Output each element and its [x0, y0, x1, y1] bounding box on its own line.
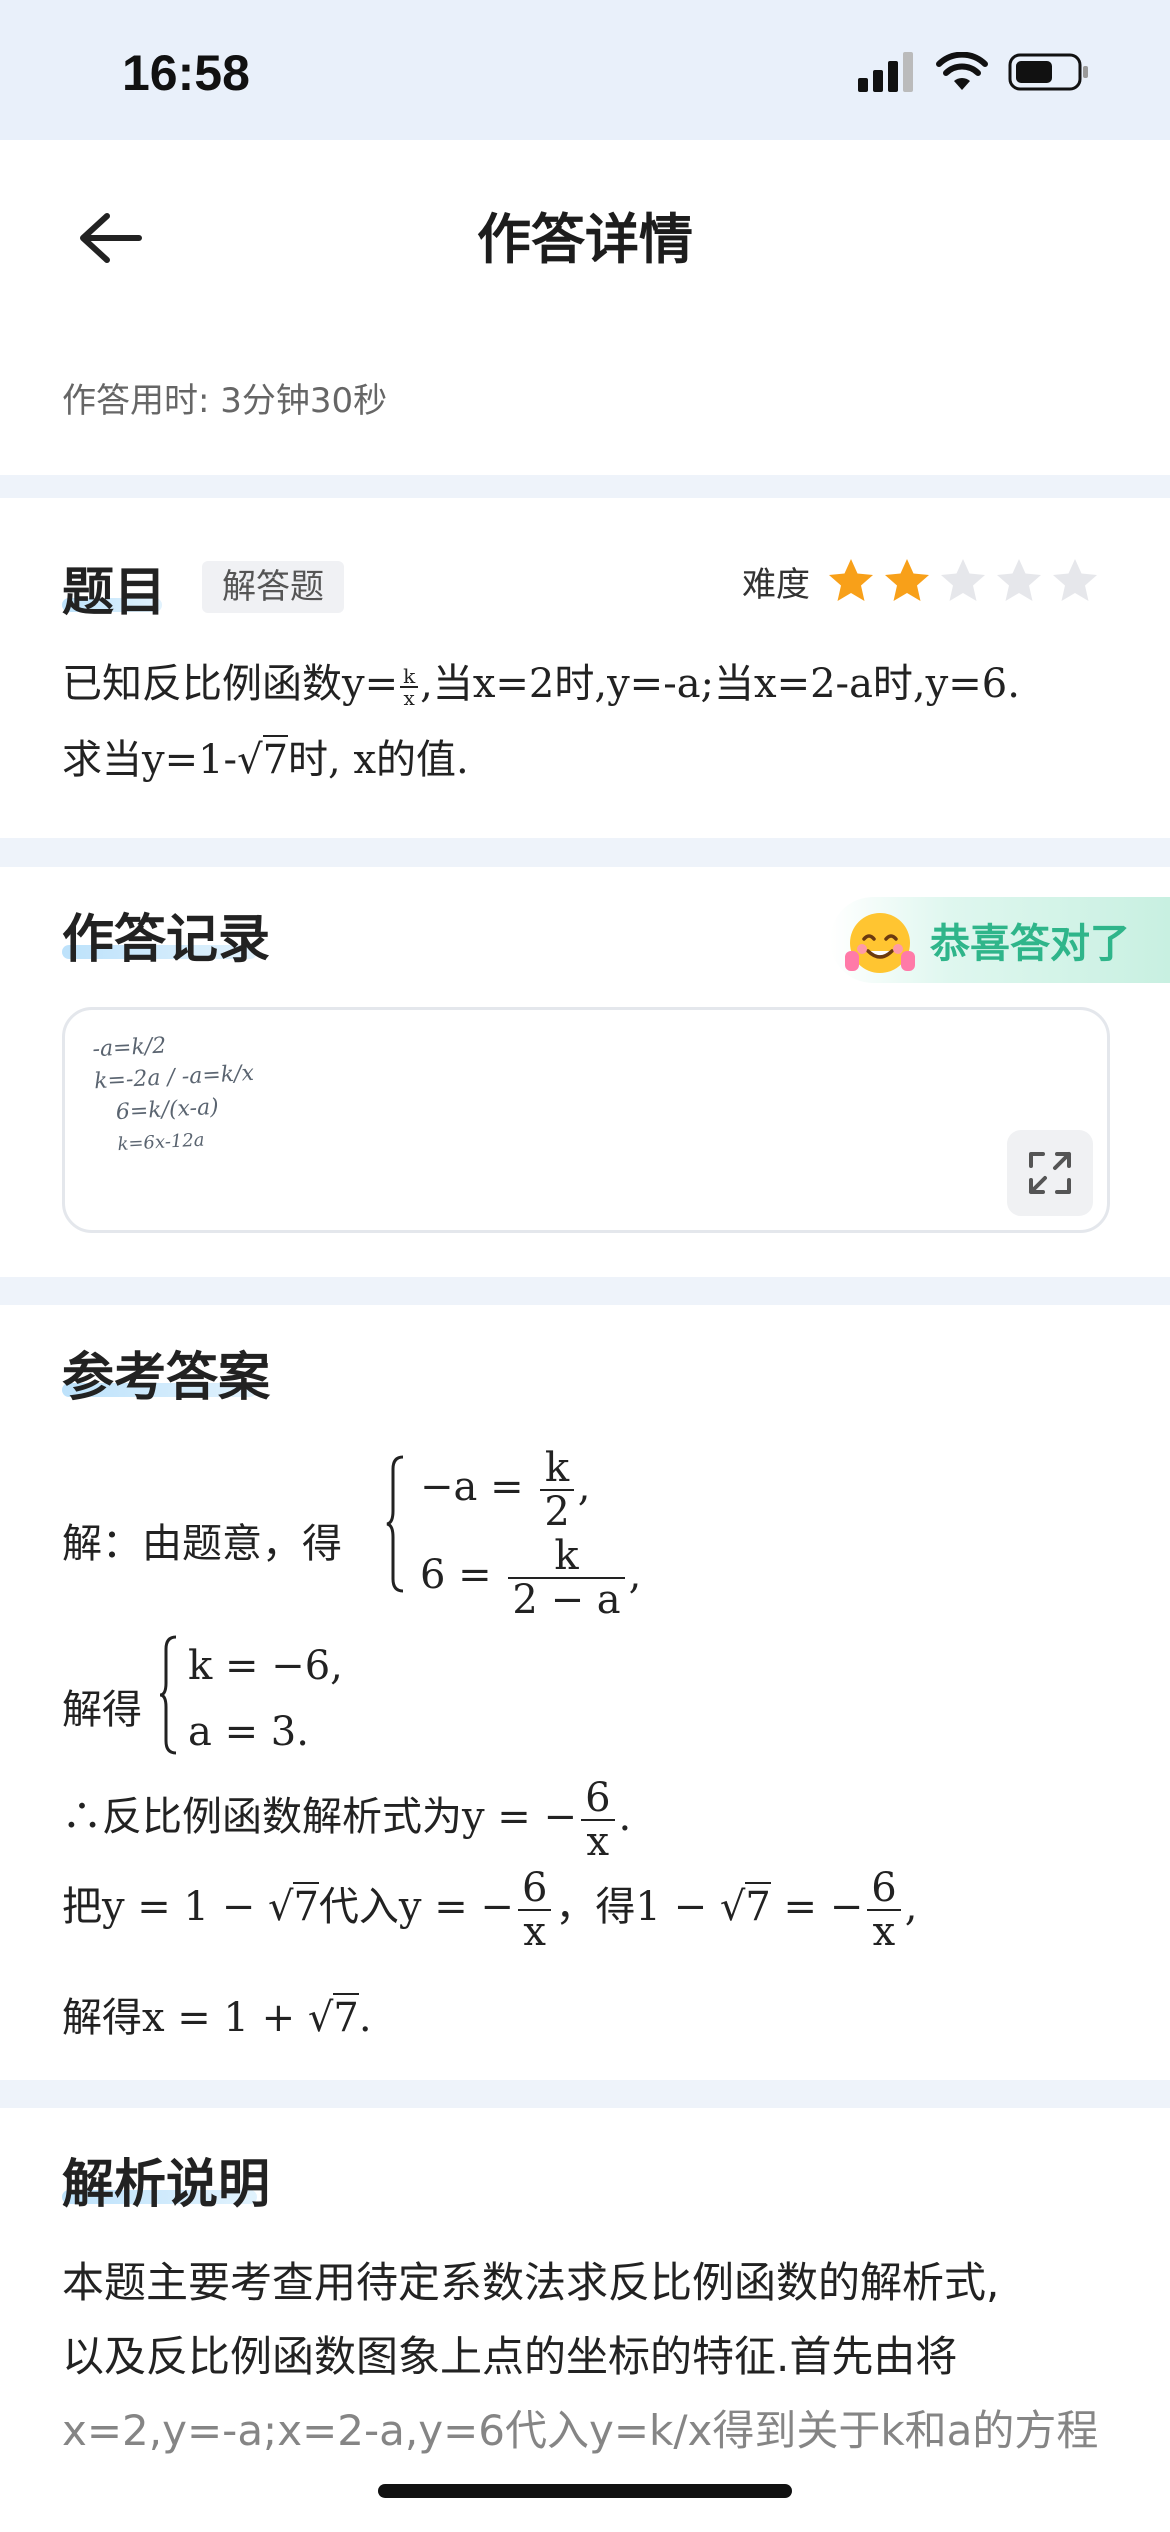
star-empty-icon: [1053, 559, 1097, 601]
comma: ,: [628, 1552, 642, 1598]
explanation-line: 本题主要考查用待定系数法求反比例函数的解析式,: [62, 2258, 1000, 2307]
star-filled-icon: [829, 559, 873, 601]
fraction: 6x: [581, 1775, 615, 1865]
sqrt-sign: √: [307, 1995, 334, 2041]
substitution-line: 把y = 1 − √7代入y = −6 x ，得1 − √7 = −6 x,: [62, 1867, 917, 1953]
function-expression-line: ∴反比例函数解析式为y = −6 x.: [62, 1777, 631, 1863]
explanation-text: 本题主要考查用待定系数法求反比例函数的解析式, 以及反比例函数图象上点的坐标的特…: [62, 2246, 1112, 2468]
solution-equation-1: k = −6,: [188, 1643, 343, 1689]
answer-time-block: 作答用时: 3分钟30秒: [0, 325, 1170, 475]
answer-text-part: .: [618, 1794, 632, 1840]
fraction-denominator: 2: [544, 1489, 570, 1535]
fraction-denominator: x: [586, 1819, 610, 1865]
signal-icon: [858, 52, 913, 92]
answer-text-part: 代入y = −: [318, 1884, 514, 1930]
question-text-part: 已知反比例函数y=: [62, 661, 399, 707]
answer-text-part: ,: [904, 1884, 918, 1930]
expand-icon: [1029, 1152, 1071, 1194]
sqrt-sign: √: [237, 737, 263, 783]
fraction-denominator: x: [523, 1909, 546, 1955]
fraction-numerator: k: [554, 1533, 579, 1579]
answer-text-part: 解得x = 1 +: [62, 1995, 308, 2041]
difficulty-stars: [826, 556, 1100, 606]
fraction: 6x: [517, 1865, 552, 1955]
fraction-denominator: 2 − a: [512, 1577, 621, 1623]
status-bar: 16:58: [0, 0, 1170, 140]
fraction: k2 − a: [508, 1533, 625, 1623]
fraction-numerator: 6: [871, 1865, 897, 1911]
difficulty-rating: 难度: [742, 556, 1100, 606]
reference-answer-card: 参考答案 解：由题意，得 −a = k2, 6 = k2 − a, 解得 k =…: [0, 1305, 1170, 2080]
sqrt-radicand: 7: [745, 1882, 771, 1930]
question-line-2: 求当y=1-√7时, x的值.: [62, 722, 1122, 798]
fraction: kx: [400, 664, 419, 710]
sqrt-sign: √: [267, 1884, 294, 1930]
question-text-part: 时, x的值.: [288, 737, 469, 783]
left-brace: [386, 1455, 404, 1593]
home-indicator[interactable]: [378, 2484, 792, 2498]
status-icons: [858, 52, 1090, 92]
solve-prefix: 解：由题意，得: [62, 1521, 342, 1567]
left-brace: [159, 1635, 177, 1755]
explanation-line: x=2,y=-a;x=2-a,y=6代入y=k/x得到关于k和a的方程: [62, 2406, 1099, 2455]
record-section-title: 作答记录: [62, 910, 271, 970]
star-empty-icon: [941, 559, 985, 601]
question-text-part: ,当x=2时,y=-a;当x=2-a时,y=6.: [420, 661, 1020, 707]
answer-time-text: 作答用时: 3分钟30秒: [62, 381, 388, 421]
fraction: 6x: [867, 1865, 901, 1955]
fraction: k2: [540, 1445, 574, 1535]
handwriting-image: -a=k/2 k=-2a / -a=k/x 6=k/(x-a) k=6x-12a: [92, 1026, 258, 1162]
question-type-tag: 解答题: [202, 561, 344, 613]
status-time: 16:58: [122, 45, 250, 101]
expand-button[interactable]: [1007, 1130, 1093, 1216]
question-card: 题目 解答题 难度 已知反比例函数y= k x ,当x=2时,y=-a;当x=2-a时…: [0, 498, 1170, 838]
explanation-line: 以及反比例函数图象上点的坐标的特征.首先由将: [62, 2332, 958, 2381]
answer-text-part: ∴反比例函数解析式为y = −: [62, 1794, 578, 1840]
correct-badge: 恭喜答对了: [830, 897, 1170, 983]
final-solution-line: 解得x = 1 + √7.: [62, 1985, 372, 2043]
get-prefix: 解得: [62, 1687, 142, 1733]
star-empty-icon: [997, 559, 1041, 601]
equation-lhs: −a =: [420, 1464, 524, 1510]
answer-text-part: 把y = 1 −: [62, 1884, 268, 1930]
question-line-1: 已知反比例函数y= k x ,当x=2时,y=-a;当x=2-a时,y=6.: [62, 646, 1122, 722]
fraction-numerator: k: [544, 1445, 570, 1491]
handwriting-record-box[interactable]: -a=k/2 k=-2a / -a=k/x 6=k/(x-a) k=6x-12a: [62, 1007, 1110, 1233]
fraction-denominator: x: [403, 686, 415, 710]
fraction-numerator: k: [403, 664, 416, 688]
nav-bar: 作答详情: [0, 140, 1170, 325]
difficulty-label: 难度: [742, 564, 810, 605]
answer-text-part: = −: [770, 1884, 864, 1930]
question-text: 已知反比例函数y= k x ,当x=2时,y=-a;当x=2-a时,y=6. 求当y=…: [62, 646, 1122, 798]
equation-lhs: 6 =: [420, 1552, 492, 1598]
sqrt-sign: √: [719, 1884, 746, 1930]
system-equation-2: 6 = k2 − a,: [420, 1535, 641, 1621]
answer-text-part: .: [358, 1995, 372, 2041]
fraction-numerator: 6: [521, 1865, 548, 1911]
question-section-title: 题目: [62, 563, 167, 623]
handwriting-line: k=6x-12a: [117, 1129, 205, 1156]
question-text-part: 求当y=1-: [62, 737, 238, 783]
fraction-numerator: 6: [585, 1775, 611, 1821]
answer-record-card: 作答记录 恭喜答对了 -a=k/2 k=-2a / -a=k/x 6=k/(x-…: [0, 867, 1170, 1277]
battery-icon: [1008, 53, 1088, 91]
sqrt-radicand: 7: [333, 1993, 359, 2041]
reference-section-title: 参考答案: [62, 1348, 271, 1408]
star-filled-icon: [885, 559, 929, 601]
wifi-icon: [936, 52, 988, 90]
happy-face-icon: [845, 913, 915, 973]
sqrt-radicand: 7: [262, 735, 289, 783]
system-equation-1: −a = k2,: [420, 1447, 590, 1533]
correct-badge-text: 恭喜答对了: [930, 921, 1130, 967]
answer-text-part: ，得1 −: [555, 1884, 720, 1930]
sqrt-radicand: 7: [293, 1882, 319, 1930]
solution-equation-2: a = 3.: [188, 1709, 309, 1755]
comma: ,: [577, 1464, 591, 1510]
explanation-card: 解析说明 本题主要考查用待定系数法求反比例函数的解析式, 以及反比例函数图象上点…: [0, 2108, 1170, 2532]
explanation-section-title: 解析说明: [62, 2155, 271, 2215]
fraction-denominator: x: [872, 1909, 896, 1955]
page-title: 作答详情: [477, 208, 693, 271]
